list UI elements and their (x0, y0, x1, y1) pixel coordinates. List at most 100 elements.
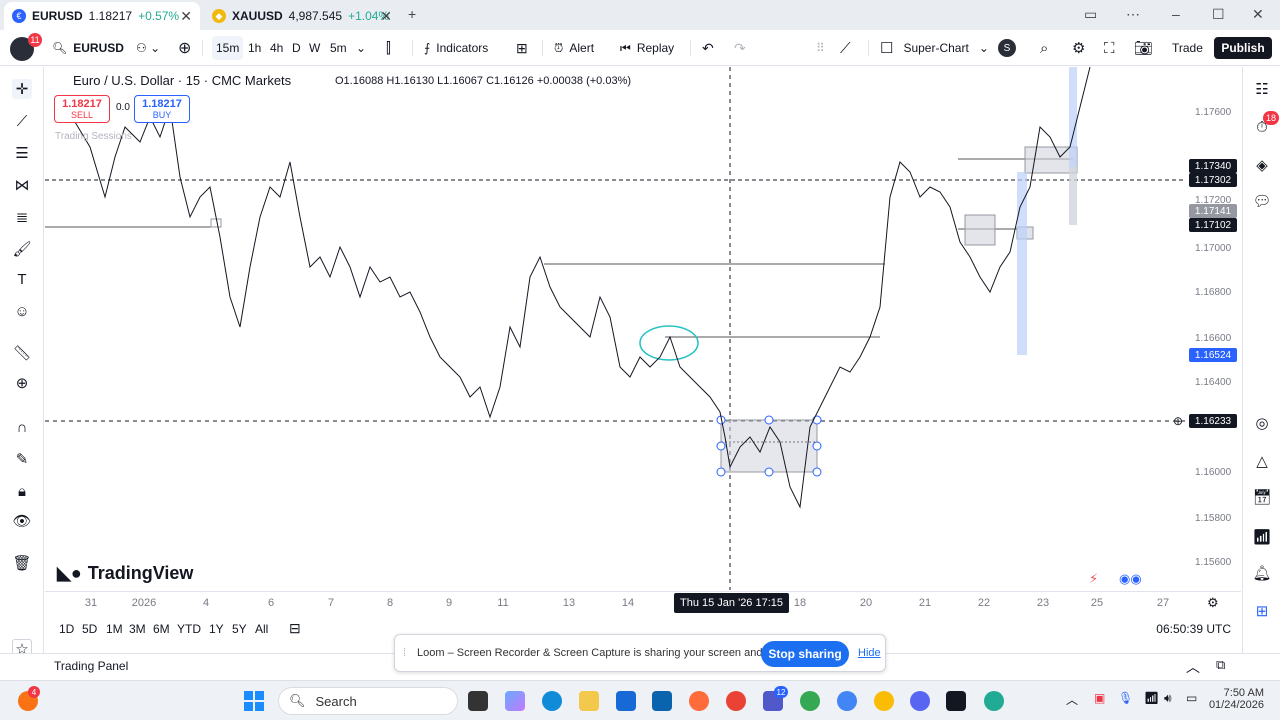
buy-button[interactable]: 1.18217 BUY (134, 95, 190, 123)
fullscreen-icon[interactable]: ⛶ (1104, 30, 1115, 66)
watchlist-icon[interactable]: ☷ (1252, 79, 1272, 99)
undo-icon[interactable]: ↶ (702, 30, 714, 66)
date-range-calendar-icon[interactable]: ⊟ (289, 620, 301, 637)
triangle-icon[interactable]: △ (1252, 451, 1272, 471)
pattern-icon[interactable]: ⋈ (12, 175, 32, 195)
layers-icon[interactable]: ◈ (1252, 155, 1272, 175)
zoom-in-icon[interactable]: ⊕ (12, 373, 32, 393)
microphone-icon[interactable]: 🎙︎ (1118, 691, 1133, 705)
bell-icon[interactable]: 🔔︎ (1252, 563, 1272, 583)
lock-icon[interactable]: 🔒︎ (12, 481, 32, 501)
horizontal-lines-icon[interactable]: ☰ (12, 143, 32, 163)
pencil-lock-icon[interactable]: ✎ (12, 449, 32, 469)
add-alert-plus-icon[interactable]: ⊕ (1171, 414, 1185, 428)
broadcast-icon[interactable]: 📶︎ (1252, 527, 1272, 547)
interval-4h[interactable]: 4h (270, 30, 283, 66)
browser-tab-eurusd[interactable]: € EURUSD 1.18217 +0.57% ✕ (4, 2, 200, 30)
taskbar-clock[interactable]: 7:50 AM 01/24/2026 (1208, 687, 1264, 711)
publish-button[interactable]: Publish (1214, 37, 1272, 59)
close-tab-icon[interactable]: ✕ (180, 8, 192, 25)
chart-pane[interactable]: Euro / U.S. Dollar · 15 · CMC Markets O1… (45, 67, 1241, 590)
new-tab-button[interactable]: + (408, 6, 416, 22)
chrome-icon[interactable] (726, 691, 746, 711)
flash-icon[interactable]: ⚡︎ (1089, 571, 1098, 587)
interval-dropdown-icon[interactable]: ⌄ (356, 30, 366, 66)
volume-icon[interactable]: 🔊︎ (1164, 691, 1172, 706)
flags-icon[interactable]: ◉◉ (1119, 571, 1142, 587)
loom-drag-icon[interactable]: ⁞ (403, 647, 406, 659)
apps-grid-icon[interactable]: ⊞ (1252, 601, 1272, 621)
trash-icon[interactable]: 🗑︎ (12, 553, 32, 573)
interval-15m[interactable]: 15m (212, 36, 244, 60)
range-1y[interactable]: 1Y (209, 622, 224, 636)
interval-5m[interactable]: 5m (330, 30, 347, 66)
crosshair-icon[interactable]: ✛ (12, 79, 32, 99)
more-icon[interactable]: ⋯ (1126, 6, 1140, 23)
range-1m[interactable]: 1M (106, 622, 123, 636)
browser-tab-xauusd[interactable]: ◆ XAUUSD 4,987.545 +1.04% ✕ (204, 2, 400, 30)
chrome-profile-icon[interactable] (837, 691, 857, 711)
camera-icon[interactable]: 📷︎ (1134, 30, 1153, 66)
interval-w[interactable]: W (309, 30, 320, 66)
firefox-icon[interactable] (689, 691, 709, 711)
trend-line-tool-icon[interactable]: ⟋ (12, 111, 32, 131)
interval-1h[interactable]: 1h (248, 30, 261, 66)
expand-panel-icon[interactable]: ︿ (1186, 657, 1200, 677)
range-ytd[interactable]: YTD (177, 622, 201, 636)
battery-icon[interactable]: ▭ (1186, 691, 1197, 705)
text-icon[interactable]: T (12, 269, 32, 289)
file-explorer-icon[interactable] (579, 691, 599, 711)
range-5d[interactable]: 5D (82, 622, 97, 636)
chat-icon[interactable]: 💬︎ (1252, 191, 1272, 211)
range-1d[interactable]: 1D (59, 622, 74, 636)
chart-title[interactable]: Euro / U.S. Dollar · 15 · CMC Markets (73, 73, 291, 88)
ruler-icon[interactable]: 📏︎ (12, 343, 32, 363)
calendar-icon[interactable]: 📅︎ (1252, 487, 1272, 507)
interval-d[interactable]: D (292, 30, 301, 66)
chart-type-icon[interactable]: ⫿ (386, 30, 391, 66)
symbol-search[interactable]: 🔍︎ EURUSD (52, 30, 124, 66)
magnet-icon[interactable]: ∩ (12, 417, 32, 437)
minimize-icon[interactable]: – (1172, 6, 1180, 22)
alert-button[interactable]: ⏰︎ Alert (554, 30, 594, 66)
axis-settings-icon[interactable]: ⚙︎ (1207, 595, 1219, 611)
trend-line-icon[interactable]: ⟋ (840, 30, 851, 66)
target-icon[interactable]: ◎ (1252, 413, 1272, 433)
taskbar-search[interactable]: 🔍︎ Search (278, 687, 458, 715)
chrome-profile-icon[interactable] (874, 691, 894, 711)
chrome-profile-icon[interactable] (984, 691, 1004, 711)
copilot-icon[interactable] (505, 691, 525, 711)
trade-button[interactable]: Trade (1172, 30, 1203, 66)
range-6m[interactable]: 6M (153, 622, 170, 636)
compare-icon[interactable]: ⊕ (178, 30, 191, 66)
discord-icon[interactable] (910, 691, 930, 711)
outlook-icon[interactable] (652, 691, 672, 711)
tray-chevron-icon[interactable]: ︿ (1066, 691, 1078, 708)
layout-button[interactable]: ☐ Super-Chart ⌄ (880, 30, 989, 66)
time-axis[interactable]: 31 2026 4 6 7 8 9 11 13 14 18 20 21 22 2… (45, 591, 1241, 613)
redo-icon[interactable]: ↷ (734, 30, 746, 66)
price-chart-svg[interactable] (45, 67, 1241, 590)
emoji-icon[interactable]: ☺ (12, 301, 32, 321)
hide-loom-link[interactable]: Hide (858, 647, 881, 659)
close-tab-icon[interactable]: ✕ (380, 8, 392, 25)
windows-start-icon[interactable] (244, 691, 264, 711)
extensions-icon[interactable]: ▭ (1084, 6, 1097, 23)
wifi-icon[interactable]: 📶︎ (1144, 691, 1159, 705)
range-3m[interactable]: 3M (129, 622, 146, 636)
fib-icon[interactable]: ≣ (12, 207, 32, 227)
stop-sharing-button[interactable]: Stop sharing (761, 641, 849, 667)
settings-icon[interactable]: ⚙︎ (1072, 30, 1085, 66)
chrome-profile-icon[interactable] (800, 691, 820, 711)
indicators-button[interactable]: ⨍ Indicators (424, 30, 488, 66)
sell-button[interactable]: 1.18217 SELL (54, 95, 110, 123)
range-5y[interactable]: 5Y (232, 622, 247, 636)
replay-button[interactable]: ⏮ Replay (620, 30, 674, 66)
app-icon[interactable] (468, 691, 488, 711)
utc-clock[interactable]: 06:50:39 UTC (1156, 622, 1231, 636)
brush-icon[interactable]: 🖌︎ (12, 239, 32, 259)
store-icon[interactable] (616, 691, 636, 711)
tray-app-icon[interactable]: ▣ (1094, 691, 1105, 705)
maximize-panel-icon[interactable]: ⧉ (1216, 657, 1225, 673)
eye-icon[interactable]: 👁︎ (12, 511, 32, 531)
